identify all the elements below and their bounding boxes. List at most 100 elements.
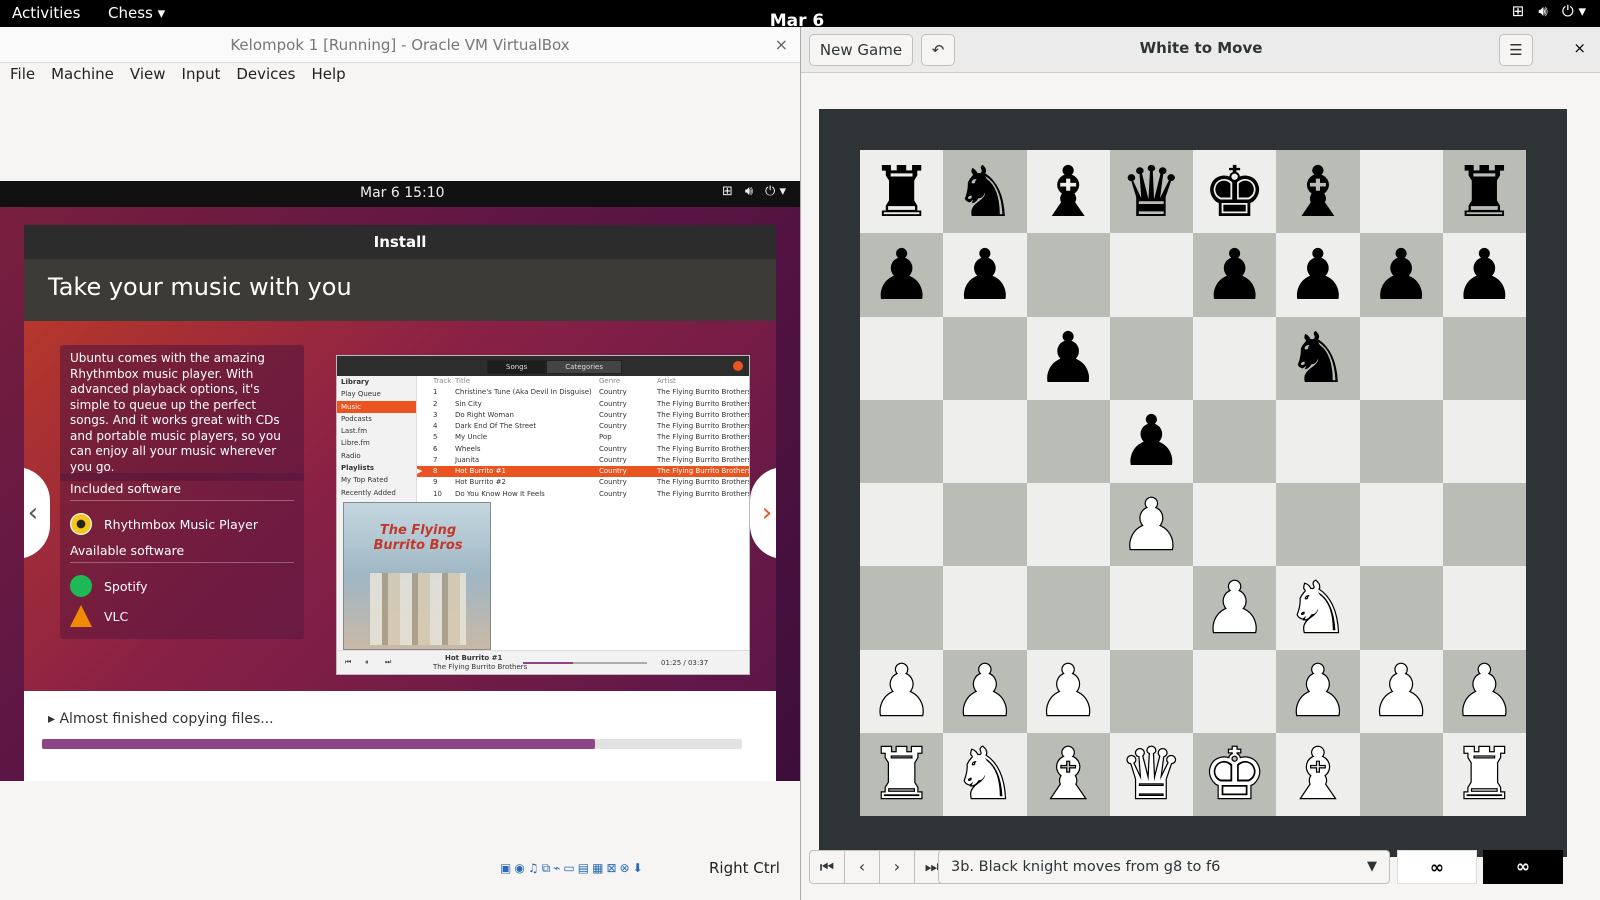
- board-square[interactable]: [1026, 399, 1110, 483]
- usb-icon[interactable]: ⌁: [553, 861, 560, 876]
- network-icon[interactable]: ⧉: [542, 861, 551, 876]
- board-square[interactable]: ♞: [943, 732, 1027, 816]
- board-square[interactable]: [1359, 566, 1443, 650]
- chess-board[interactable]: ♜ ♞ ♝ ♛ ♚ ♝ ♜ ♟ ♟ ♟ ♟ ♟ ♟ ♟ ♞ ♟ ♟ ♟ ♞ ♟ ♟ ♟ ♟ ♟ ♟ ♜ ♞ ♝ ♛ ♚ ♝ ♜: [860, 150, 1526, 816]
- board-square[interactable]: [1109, 316, 1193, 400]
- board-square[interactable]: ♝: [1276, 150, 1360, 234]
- white-queen-icon[interactable]: ♛: [1119, 738, 1184, 811]
- black-king-icon[interactable]: ♚: [1203, 157, 1266, 227]
- black-pawn-icon[interactable]: ♟: [1370, 240, 1433, 310]
- white-pawn-icon[interactable]: ♟: [1452, 655, 1517, 728]
- board-square[interactable]: ♛: [1109, 732, 1193, 816]
- menu-input[interactable]: Input: [182, 63, 221, 89]
- board-square[interactable]: ♝: [1026, 150, 1110, 234]
- board-square[interactable]: ♚: [1193, 732, 1277, 816]
- black-pawn-icon[interactable]: ♟: [1453, 240, 1516, 310]
- white-rook-icon[interactable]: ♜: [869, 738, 934, 811]
- board-square[interactable]: [1193, 399, 1277, 483]
- board-square[interactable]: ♜: [860, 150, 944, 234]
- board-square[interactable]: ♟: [1442, 649, 1526, 733]
- board-square[interactable]: ♟: [860, 649, 944, 733]
- shared-folder-icon[interactable]: ▭: [563, 861, 574, 876]
- board-square[interactable]: ♟: [1276, 233, 1360, 317]
- board-square[interactable]: [1442, 566, 1526, 650]
- board-square[interactable]: ♝: [1026, 732, 1110, 816]
- slide-next-button[interactable]: ›: [750, 467, 776, 559]
- board-square[interactable]: [860, 316, 944, 400]
- board-square[interactable]: [1026, 233, 1110, 317]
- board-square[interactable]: ♟: [1276, 649, 1360, 733]
- board-square[interactable]: [1276, 399, 1360, 483]
- board-square[interactable]: [1193, 316, 1277, 400]
- optical-icon[interactable]: ◉: [514, 861, 524, 876]
- board-square[interactable]: ♟: [943, 233, 1027, 317]
- board-square[interactable]: [1026, 566, 1110, 650]
- activities-button[interactable]: Activities: [12, 4, 80, 22]
- board-square[interactable]: ♞: [1276, 566, 1360, 650]
- board-square[interactable]: ♞: [943, 150, 1027, 234]
- black-bishop-icon[interactable]: ♝: [1037, 157, 1100, 227]
- menu-devices[interactable]: Devices: [236, 63, 295, 89]
- board-square[interactable]: ♟: [1359, 233, 1443, 317]
- board-square[interactable]: ♟: [1359, 649, 1443, 733]
- board-square[interactable]: ♜: [1442, 150, 1526, 234]
- board-square[interactable]: [1442, 483, 1526, 567]
- prev-move-button[interactable]: ‹: [844, 850, 880, 884]
- board-square[interactable]: ♟: [943, 649, 1027, 733]
- black-rook-icon[interactable]: ♜: [1453, 157, 1516, 227]
- board-square[interactable]: [1359, 316, 1443, 400]
- white-king-icon[interactable]: ♚: [1202, 738, 1267, 811]
- hdd-icon[interactable]: ▣: [500, 861, 511, 876]
- board-square[interactable]: [943, 316, 1027, 400]
- board-square[interactable]: ♚: [1193, 150, 1277, 234]
- board-square[interactable]: ♟: [1109, 483, 1193, 567]
- board-square[interactable]: ♟: [1193, 566, 1277, 650]
- black-bishop-icon[interactable]: ♝: [1286, 157, 1349, 227]
- board-square[interactable]: ♟: [1026, 649, 1110, 733]
- board-square[interactable]: [1026, 483, 1110, 567]
- audio-icon[interactable]: ♫: [528, 861, 539, 876]
- close-icon[interactable]: ×: [1573, 39, 1586, 57]
- black-knight-icon[interactable]: ♞: [953, 157, 1016, 227]
- move-history-select[interactable]: 3b. Black knight moves from g8 to f6 ▼: [938, 850, 1390, 884]
- board-square[interactable]: [1109, 233, 1193, 317]
- cpu-icon[interactable]: ⊠: [606, 861, 616, 876]
- board-square[interactable]: [1442, 399, 1526, 483]
- black-pawn-icon[interactable]: ♟: [1203, 240, 1266, 310]
- black-rook-icon[interactable]: ♜: [870, 157, 933, 227]
- white-pawn-icon[interactable]: ♟: [1285, 655, 1350, 728]
- status-text[interactable]: ▸ Almost finished copying files...: [48, 711, 274, 727]
- white-bishop-icon[interactable]: ♝: [1285, 738, 1350, 811]
- board-square[interactable]: ♟: [1442, 233, 1526, 317]
- white-knight-icon[interactable]: ♞: [952, 738, 1017, 811]
- board-square[interactable]: [1359, 732, 1443, 816]
- menu-help[interactable]: Help: [311, 63, 345, 89]
- board-square[interactable]: [1109, 649, 1193, 733]
- black-pawn-icon[interactable]: ♟: [1120, 406, 1183, 476]
- white-rook-icon[interactable]: ♜: [1452, 738, 1517, 811]
- board-square[interactable]: ♜: [1442, 732, 1526, 816]
- board-square[interactable]: ♝: [1276, 732, 1360, 816]
- board-square[interactable]: ♟: [1026, 316, 1110, 400]
- white-pawn-icon[interactable]: ♟: [1119, 488, 1184, 561]
- board-square[interactable]: [860, 483, 944, 567]
- menu-view[interactable]: View: [130, 63, 166, 89]
- white-pawn-icon[interactable]: ♟: [869, 655, 934, 728]
- black-pawn-icon[interactable]: ♟: [870, 240, 933, 310]
- slide-prev-button[interactable]: ‹: [24, 467, 50, 559]
- board-square[interactable]: [1276, 483, 1360, 567]
- black-pawn-icon[interactable]: ♟: [1037, 323, 1100, 393]
- black-pawn-icon[interactable]: ♟: [1286, 240, 1349, 310]
- menu-file[interactable]: File: [10, 63, 35, 89]
- white-pawn-icon[interactable]: ♟: [952, 655, 1017, 728]
- app-menu[interactable]: Chess ▾: [108, 4, 165, 22]
- menu-machine[interactable]: Machine: [51, 63, 114, 89]
- first-move-button[interactable]: ⏮: [809, 850, 845, 884]
- white-knight-icon[interactable]: ♞: [1285, 572, 1350, 645]
- capture-icon[interactable]: ▦: [592, 861, 603, 876]
- black-knight-icon[interactable]: ♞: [1286, 323, 1349, 393]
- board-square[interactable]: ♜: [860, 732, 944, 816]
- system-tray[interactable]: ⊞ 🔊︎ ⏻ ▾: [1512, 2, 1586, 20]
- board-square[interactable]: [943, 483, 1027, 567]
- mouse-icon[interactable]: ⊗: [620, 861, 630, 876]
